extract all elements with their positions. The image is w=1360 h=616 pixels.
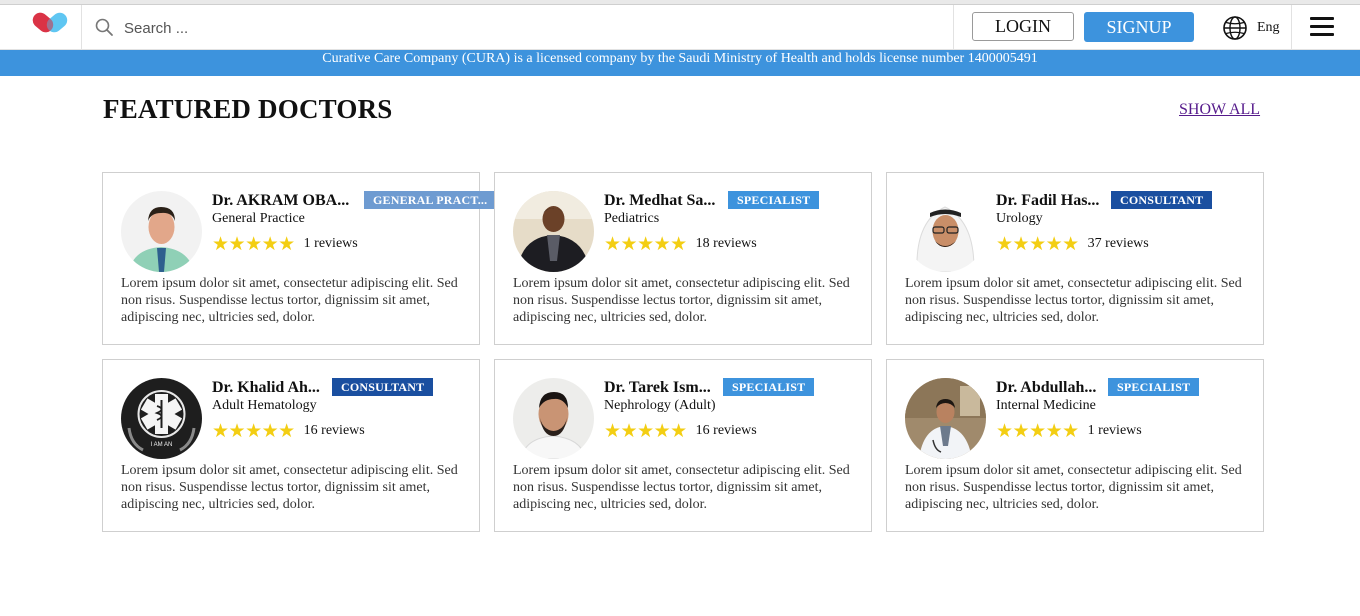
review-count[interactable]: 18 reviews [696, 236, 757, 252]
license-banner: Curative Care Company (CURA) is a licens… [0, 50, 1360, 76]
globe-icon [1223, 16, 1247, 40]
doctor-grid: Dr. AKRAM OBA... GENERAL PRACT... Genera… [102, 172, 1264, 532]
doctor-rank-badge: SPECIALIST [723, 378, 815, 396]
doctor-rating: ★★★★★ 1 reviews [212, 234, 358, 254]
doctor-card[interactable]: Dr. Abdullah... SPECIALIST Internal Medi… [886, 359, 1264, 532]
star-icon: ★★★★★ [604, 233, 687, 255]
doctor-avatar [121, 191, 202, 272]
doctor-description: Lorem ipsum dolor sit amet, consectetur … [121, 463, 458, 512]
top-navbar: LOGIN SIGNUP Eng [0, 5, 1360, 50]
doctor-avatar [905, 191, 986, 272]
login-button[interactable]: LOGIN [972, 12, 1074, 41]
review-count[interactable]: 1 reviews [304, 236, 358, 252]
star-icon: ★★★★★ [212, 233, 295, 255]
search-icon[interactable] [94, 17, 114, 37]
doctor-card[interactable]: I AM AN Dr. Khalid Ah... CONSULTANT Adul… [102, 359, 480, 532]
doctor-rank-badge: SPECIALIST [728, 191, 820, 209]
avatar-text: I AM AN [151, 442, 173, 448]
hamburger-menu-icon [1310, 17, 1334, 37]
doctor-rating: ★★★★★ 16 reviews [604, 421, 757, 441]
doctor-avatar [905, 378, 986, 459]
doctor-rating: ★★★★★ 18 reviews [604, 234, 757, 254]
doctor-description: Lorem ipsum dolor sit amet, consectetur … [513, 463, 850, 512]
doctor-card[interactable]: Dr. Fadil Has... CONSULTANT Urology ★★★★… [886, 172, 1264, 345]
doctor-rating: ★★★★★ 37 reviews [996, 234, 1149, 254]
doctor-rank-badge: SPECIALIST [1108, 378, 1200, 396]
doctor-card[interactable]: Dr. Medhat Sa... SPECIALIST Pediatrics ★… [494, 172, 872, 345]
doctor-avatar: I AM AN [121, 378, 202, 459]
signup-button[interactable]: SIGNUP [1084, 12, 1194, 42]
doctor-name[interactable]: Dr. Abdullah... [996, 379, 1096, 397]
search-input[interactable] [122, 13, 726, 43]
star-icon: ★★★★★ [996, 420, 1079, 442]
logo-icon[interactable] [30, 11, 70, 43]
doctor-description: Lorem ipsum dolor sit amet, consectetur … [121, 276, 458, 325]
star-icon: ★★★★★ [212, 420, 295, 442]
language-selector[interactable]: Eng [1222, 15, 1280, 41]
doctor-description: Lorem ipsum dolor sit amet, consectetur … [513, 276, 850, 325]
review-count[interactable]: 37 reviews [1088, 236, 1149, 252]
doctor-specialty: Urology [996, 211, 1043, 226]
doctor-avatar [513, 191, 594, 272]
doctor-rating: ★★★★★ 1 reviews [996, 421, 1142, 441]
doctor-specialty: Adult Hematology [212, 398, 317, 413]
doctor-rating: ★★★★★ 16 reviews [212, 421, 365, 441]
doctor-specialty: Internal Medicine [996, 398, 1096, 413]
review-count[interactable]: 1 reviews [1088, 423, 1142, 439]
section-title: FEATURED DOCTORS [103, 94, 393, 124]
doctor-name[interactable]: Dr. Fadil Has... [996, 192, 1099, 210]
doctor-rank-badge: CONSULTANT [332, 378, 434, 396]
show-all-link[interactable]: SHOW ALL [1179, 101, 1260, 119]
language-label: Eng [1257, 20, 1280, 35]
doctor-card[interactable]: Dr. Tarek Ism... SPECIALIST Nephrology (… [494, 359, 872, 532]
doctor-specialty: Nephrology (Adult) [604, 398, 716, 413]
doctor-avatar [513, 378, 594, 459]
search-bar [81, 5, 954, 49]
doctor-name[interactable]: Dr. Medhat Sa... [604, 192, 715, 210]
doctor-specialty: General Practice [212, 211, 305, 226]
review-count[interactable]: 16 reviews [696, 423, 757, 439]
doctor-name[interactable]: Dr. Tarek Ism... [604, 379, 711, 397]
doctor-rank-badge: CONSULTANT [1111, 191, 1213, 209]
doctor-name[interactable]: Dr. Khalid Ah... [212, 379, 320, 397]
doctor-name[interactable]: Dr. AKRAM OBA... [212, 192, 349, 210]
review-count[interactable]: 16 reviews [304, 423, 365, 439]
doctor-description: Lorem ipsum dolor sit amet, consectetur … [905, 463, 1242, 512]
doctor-description: Lorem ipsum dolor sit amet, consectetur … [905, 276, 1242, 325]
doctor-specialty: Pediatrics [604, 211, 660, 226]
star-icon: ★★★★★ [996, 233, 1079, 255]
star-icon: ★★★★★ [604, 420, 687, 442]
menu-button[interactable] [1291, 5, 1360, 49]
license-banner-text: Curative Care Company (CURA) is a licens… [322, 51, 1038, 66]
doctor-card[interactable]: Dr. AKRAM OBA... GENERAL PRACT... Genera… [102, 172, 497, 345]
doctor-rank-badge: GENERAL PRACT... [364, 191, 497, 209]
